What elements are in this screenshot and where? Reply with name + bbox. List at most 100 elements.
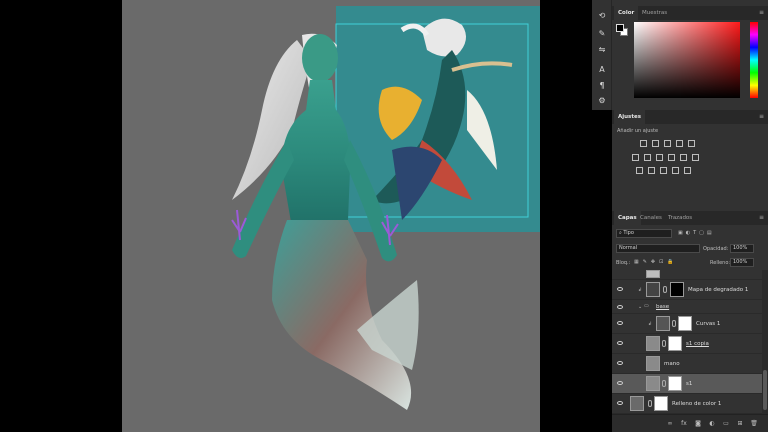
- artwork: [231, 6, 540, 410]
- layer-name: Mapa de degradado 1: [688, 287, 749, 293]
- selective-color-icon[interactable]: [684, 167, 691, 174]
- lock-icons[interactable]: ▦✎✥⊡🔒: [634, 259, 678, 265]
- visibility-eye-icon[interactable]: [617, 381, 623, 385]
- layers-scroll-thumb[interactable]: [763, 370, 767, 410]
- gradient-map-icon[interactable]: [672, 167, 679, 174]
- opacity-label: Opacidad:: [703, 246, 729, 252]
- add-mask-icon[interactable]: ◙: [694, 420, 702, 428]
- color-panel-tabbar: Color Muestras ≡: [612, 6, 768, 20]
- layer-row-s1[interactable]: s1: [612, 374, 762, 394]
- adjustment-thumbnail: [656, 316, 670, 331]
- mask-thumbnail: [670, 282, 684, 297]
- link-icon[interactable]: [662, 340, 666, 347]
- visibility-eye-icon[interactable]: [617, 321, 623, 325]
- color-field[interactable]: [634, 22, 740, 98]
- tab-swatches[interactable]: Muestras: [638, 6, 671, 20]
- layer-thumbnail: [646, 270, 660, 278]
- layers-bottom-bar: ∞ fx ◙ ◐ ▭ ⊞ 🗑: [612, 414, 768, 432]
- color-balance-icon[interactable]: [644, 154, 651, 161]
- visibility-eye-icon[interactable]: [617, 361, 623, 365]
- color-lookup-icon[interactable]: [692, 154, 699, 161]
- right-panels: Color Muestras ≡ Ajustes ≡ Añadir un aju…: [612, 0, 768, 432]
- tab-channels[interactable]: Canales: [636, 211, 666, 225]
- panel-menu-icon[interactable]: ≡: [759, 215, 765, 221]
- fill-input[interactable]: 100%: [730, 258, 754, 267]
- layer-row-base-group[interactable]: ⌄ ▭ base: [612, 300, 762, 314]
- hue-saturation-icon[interactable]: [632, 154, 639, 161]
- paragraph-icon[interactable]: ¶: [596, 80, 608, 92]
- fill-label: Relleno:: [710, 260, 731, 266]
- brush-settings-icon[interactable]: ✎: [596, 28, 608, 40]
- layer-row-partial[interactable]: [612, 270, 762, 280]
- layer-name: s1 copia: [686, 341, 709, 347]
- link-icon[interactable]: [663, 286, 667, 293]
- mask-thumbnail: [654, 396, 668, 411]
- hue-slider[interactable]: [750, 22, 758, 98]
- photo-filter-icon[interactable]: [668, 154, 675, 161]
- fx-icon[interactable]: fx: [680, 420, 688, 428]
- chevron-down-icon[interactable]: ⌄: [638, 304, 642, 310]
- panel-menu-icon[interactable]: ≡: [759, 114, 765, 120]
- black-white-icon[interactable]: [656, 154, 663, 161]
- tab-adjustments[interactable]: Ajustes: [614, 110, 645, 124]
- layer-row-mano[interactable]: mano: [612, 354, 762, 374]
- vibrance-icon[interactable]: [688, 140, 695, 147]
- visibility-eye-icon[interactable]: [617, 401, 623, 405]
- layer-name: Curvas 1: [696, 321, 721, 327]
- layer-row-curves[interactable]: ↲ Curvas 1: [612, 314, 762, 334]
- link-icon[interactable]: [662, 380, 666, 387]
- layers-panel-tabbar: Capas Canales Trazados ≡: [612, 211, 768, 225]
- panel-menu-icon[interactable]: ≡: [759, 10, 765, 16]
- link-icon[interactable]: [672, 320, 676, 327]
- adjust-subtitle: Añadir un ajuste: [617, 128, 659, 134]
- visibility-eye-icon[interactable]: [617, 341, 623, 345]
- brightness-icon[interactable]: [640, 140, 647, 147]
- link-icon[interactable]: [648, 400, 652, 407]
- adjustments-icon[interactable]: ⇋: [596, 44, 608, 56]
- properties-icon[interactable]: ⚙: [596, 95, 608, 107]
- canvas-area[interactable]: [0, 0, 592, 432]
- visibility-eye-icon[interactable]: [617, 305, 623, 309]
- link-layers-icon[interactable]: ∞: [666, 420, 674, 428]
- folder-icon: ▭: [644, 303, 649, 309]
- layer-name: Relleno de color 1: [672, 401, 722, 407]
- clip-arrow-icon: ↲: [638, 287, 643, 293]
- tool-strip: ⟲ ✎ ⇋ A ¶ ⚙: [592, 0, 612, 110]
- clip-arrow-icon: ↲: [648, 321, 653, 327]
- foreground-color-swatch[interactable]: [616, 24, 624, 32]
- new-layer-icon[interactable]: ⊞: [736, 420, 744, 428]
- adjustment-thumbnail: [646, 282, 660, 297]
- layer-name: s1: [686, 381, 693, 387]
- tab-color[interactable]: Color: [614, 6, 639, 20]
- channel-mixer-icon[interactable]: [680, 154, 687, 161]
- new-group-icon[interactable]: ▭: [722, 420, 730, 428]
- trash-icon[interactable]: 🗑: [750, 420, 758, 428]
- layer-name: mano: [664, 361, 680, 367]
- layer-row-gradient-map[interactable]: ↲ Mapa de degradado 1: [612, 280, 762, 300]
- tab-paths[interactable]: Trazados: [664, 211, 696, 225]
- new-adjustment-icon[interactable]: ◐: [708, 420, 716, 428]
- document-canvas[interactable]: [122, 0, 540, 432]
- posterize-icon[interactable]: [648, 167, 655, 174]
- blend-mode-select[interactable]: Normal: [616, 244, 700, 253]
- threshold-icon[interactable]: [660, 167, 667, 174]
- layer-row-fill[interactable]: Relleno de color 1: [612, 394, 762, 414]
- exposure-icon[interactable]: [676, 140, 683, 147]
- layer-filter-value: Tipo: [623, 230, 634, 236]
- fill-thumbnail: [630, 396, 644, 411]
- adjust-panel-tabbar: Ajustes ≡: [612, 110, 768, 124]
- opacity-input[interactable]: 100%: [730, 244, 754, 253]
- type-icon[interactable]: A: [596, 64, 608, 76]
- curves-icon[interactable]: [664, 140, 671, 147]
- layer-filter-select[interactable]: ⌕ Tipo: [616, 229, 672, 238]
- layer-row-s1-copia[interactable]: s1 copia: [612, 334, 762, 354]
- lock-label: Bloq.:: [616, 260, 631, 266]
- group-name: base: [656, 304, 670, 310]
- history-brush-icon[interactable]: ⟲: [596, 10, 608, 22]
- layer-filter-icons[interactable]: ▣◐T▢▤: [678, 230, 715, 236]
- layer-thumbnail: [646, 376, 660, 391]
- mermaid-head: [302, 34, 338, 82]
- invert-icon[interactable]: [636, 167, 643, 174]
- visibility-eye-icon[interactable]: [617, 287, 623, 291]
- levels-icon[interactable]: [652, 140, 659, 147]
